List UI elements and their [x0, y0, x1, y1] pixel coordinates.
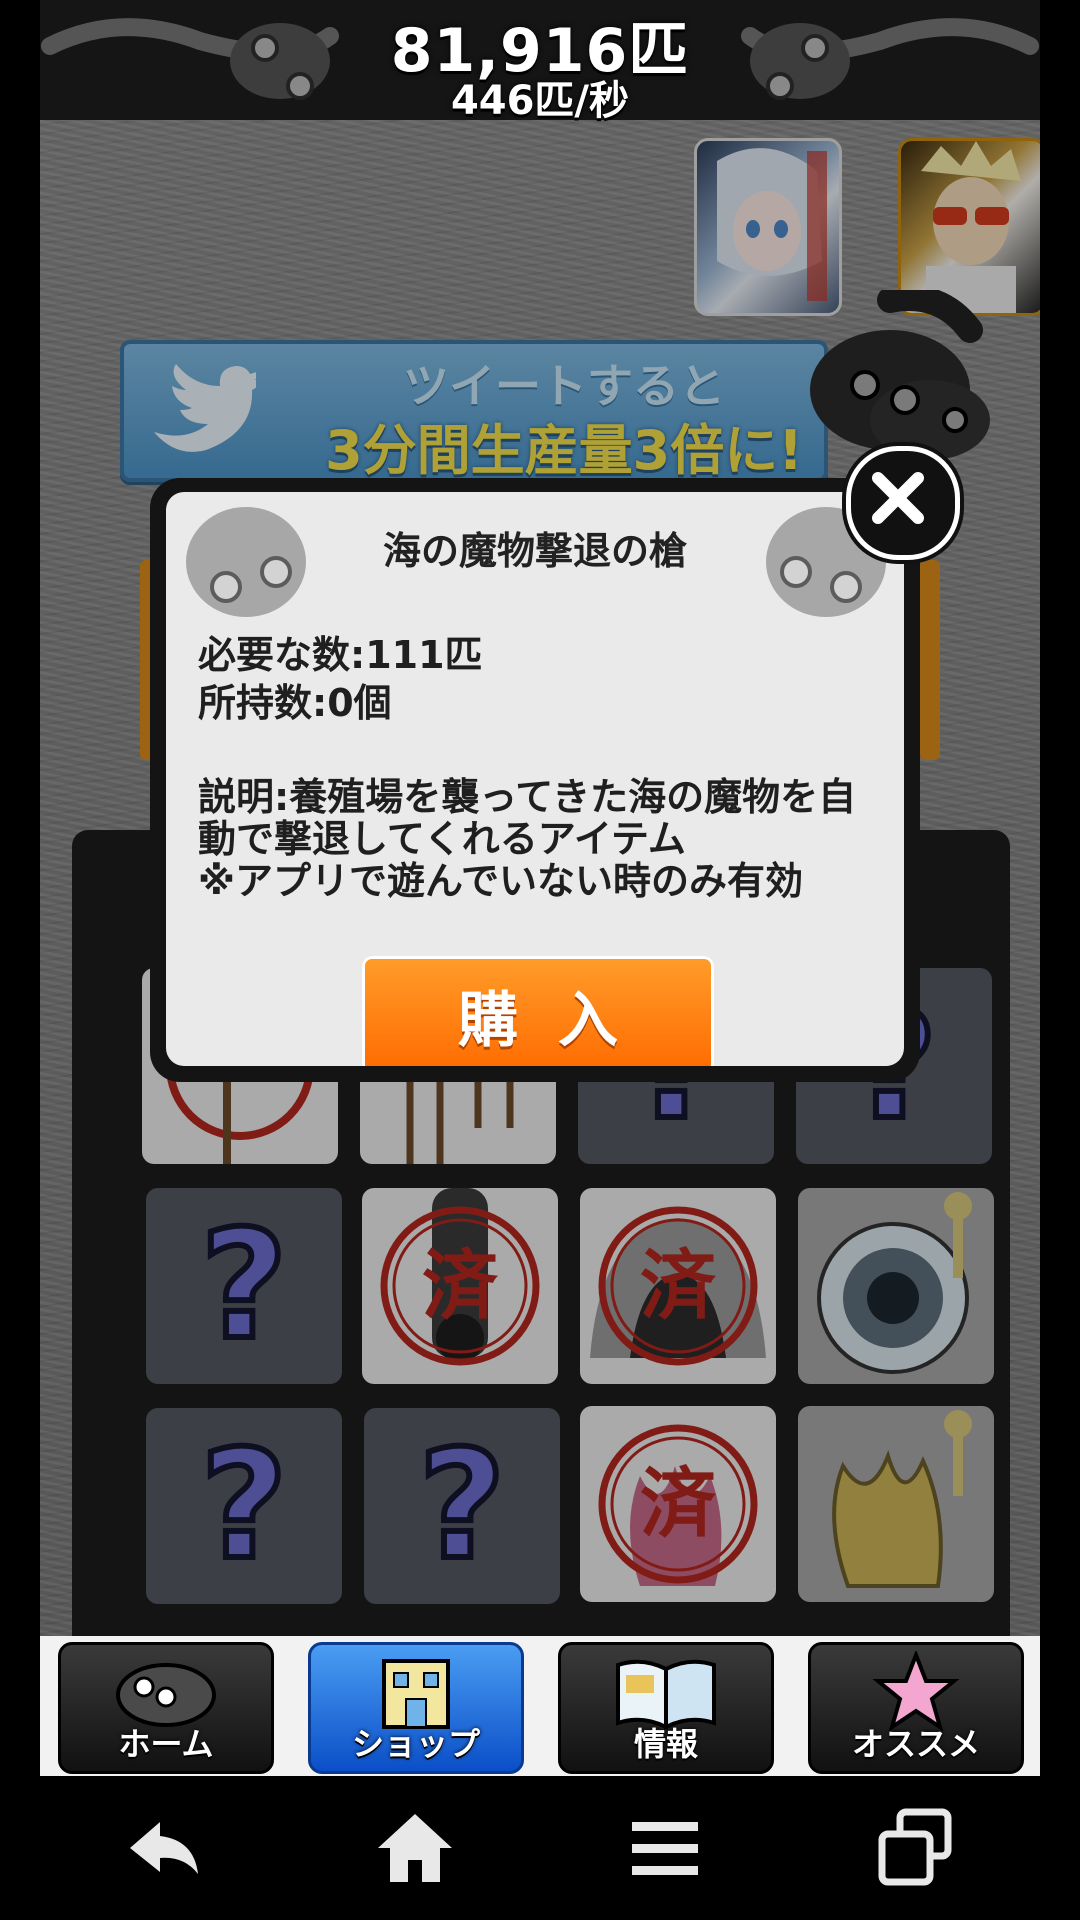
fish-per-second: 446匹/秒 — [450, 78, 630, 124]
popup-body: 海の魔物撃退の槍 必要な数:111匹 所持数:0個 説明:養殖場を襲ってきた海の… — [166, 492, 904, 1066]
tab-home-label: ホーム — [118, 1725, 214, 1763]
required-count: 必要な数:111匹 — [198, 633, 483, 677]
recent-apps-icon[interactable] — [870, 1808, 960, 1888]
back-icon[interactable] — [120, 1808, 210, 1888]
buy-button[interactable]: 購入 — [362, 956, 714, 1066]
tab-shop[interactable]: ショップ — [308, 1642, 524, 1774]
tab-home[interactable]: ホーム — [58, 1642, 274, 1774]
tab-info-label: 情報 — [633, 1725, 698, 1763]
close-icon — [872, 472, 924, 524]
item-description: 説明:養殖場を襲ってきた海の魔物を自 動で撃退してくれるアイテム ※アプリで遊ん… — [198, 775, 857, 903]
header-bar: 81,916匹 446匹/秒 — [40, 0, 1040, 124]
tab-info[interactable]: 情報 — [558, 1642, 774, 1774]
tab-recommend[interactable]: オススメ — [808, 1642, 1024, 1774]
tab-recommend-label: オススメ — [851, 1725, 980, 1763]
game-screen: 81,916匹 446匹/秒 ツイートすると 3分間生産量3倍に! ? 済 済 … — [40, 0, 1040, 1776]
close-button[interactable] — [846, 446, 960, 560]
home-icon[interactable] — [370, 1808, 460, 1888]
owned-count: 所持数:0個 — [198, 681, 392, 725]
bottom-tab-bar: ホーム ショップ 情報 オススメ — [40, 1636, 1040, 1776]
item-detail-popup: 海の魔物撃退の槍 必要な数:111匹 所持数:0個 説明:養殖場を襲ってきた海の… — [150, 478, 920, 1082]
system-navigation-bar — [0, 1776, 1080, 1920]
item-name: 海の魔物撃退の槍 — [382, 529, 687, 573]
tab-shop-label: ショップ — [351, 1725, 480, 1763]
menu-icon[interactable] — [620, 1808, 710, 1888]
